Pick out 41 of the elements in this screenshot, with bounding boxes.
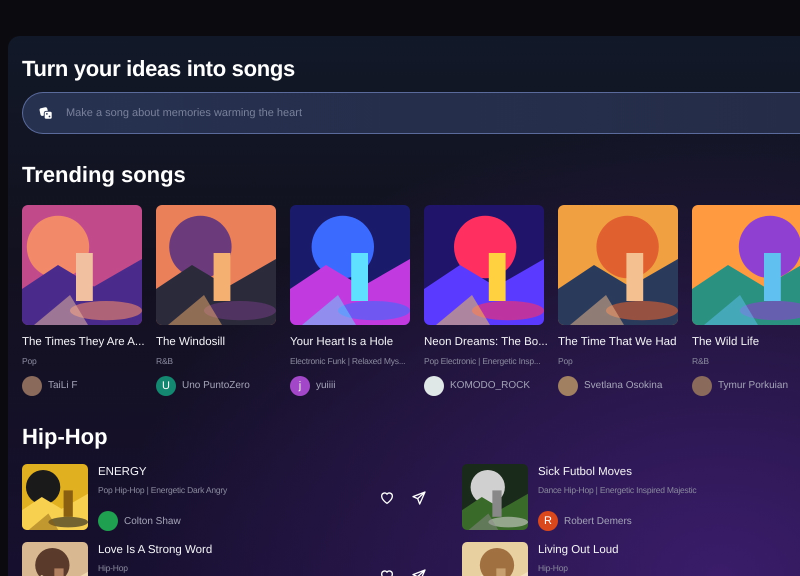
song-title[interactable]: Sick Futbol Moves — [538, 464, 696, 482]
section-title: Trending songs — [22, 162, 187, 189]
section-title: Hip-Hop — [22, 424, 109, 450]
song-title[interactable]: ENERGY — [98, 464, 228, 482]
song-title[interactable]: The Times They Are A... — [22, 334, 142, 352]
artist-name: KOMODO_ROCK — [450, 379, 530, 394]
song-title[interactable]: Your Heart Is a Hole — [290, 334, 410, 352]
avatar: U — [156, 376, 176, 396]
page-title: Turn your ideas into songs — [22, 56, 296, 82]
send-icon — [411, 490, 427, 506]
heart-icon — [379, 490, 395, 506]
avatar — [22, 376, 42, 396]
song-genre: Hip-Hop — [538, 562, 569, 576]
song-genre: R&B — [156, 355, 174, 368]
song-genre: Pop — [558, 355, 574, 368]
artist-name: Uno PuntoZero — [182, 379, 250, 394]
artist-name: TaiLi F — [48, 379, 78, 394]
song-title[interactable]: The Wild Life — [692, 334, 800, 352]
song-title[interactable]: Living Out Loud — [538, 542, 619, 560]
song-genre: R&B — [692, 355, 710, 368]
prompt-field[interactable]: Make a song about memories warming the heart — [22, 92, 800, 134]
song-genre: Dance Hip-Hop | Energetic Inspired Majestic — [538, 484, 696, 498]
artist-name: Svetlana Osokina — [584, 379, 662, 394]
song-title[interactable]: The Windosill — [156, 334, 276, 352]
song-title[interactable]: The Time That We Had — [558, 334, 678, 352]
song-title[interactable]: Love Is A Strong Word — [98, 542, 212, 560]
avatar — [98, 511, 118, 532]
avatar — [424, 376, 444, 396]
song-genre: Pop Electronic | Energetic Insp... — [424, 355, 542, 368]
artist-name: Tymur Porkuian — [718, 379, 788, 394]
artist-name: Colton Shaw — [124, 514, 181, 529]
avatar — [692, 376, 712, 396]
song-genre: Electronic Funk | Relaxed Mys... — [290, 355, 406, 368]
song-genre: Pop Hip-Hop | Energetic Dark Angry — [98, 484, 228, 498]
artist-name: yuiiii — [316, 379, 336, 394]
artist-name: Robert Demers — [564, 514, 632, 529]
avatar: j — [290, 376, 310, 396]
song-genre: Pop — [22, 355, 38, 368]
avatar — [558, 376, 578, 396]
song-genre: Hip-Hop — [98, 562, 129, 576]
avatar: R — [538, 511, 558, 532]
